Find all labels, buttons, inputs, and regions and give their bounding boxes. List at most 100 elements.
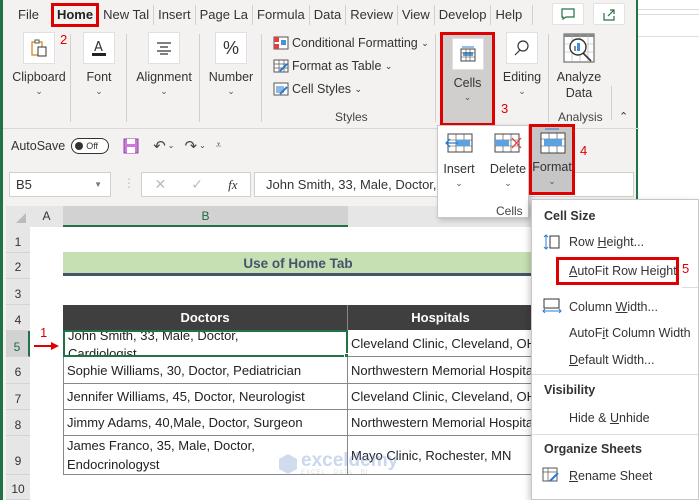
row-header[interactable]: 4 xyxy=(6,305,30,331)
tab-file[interactable]: File xyxy=(3,5,53,25)
drag-handle-icon[interactable]: ⋮ xyxy=(123,176,135,190)
enter-icon[interactable]: ✓ xyxy=(191,176,203,193)
red-arrow-icon xyxy=(34,342,59,350)
menu-heading-cell-size: Cell Size xyxy=(544,209,596,223)
collapse-ribbon-icon[interactable]: ⌃ xyxy=(619,110,628,123)
chevron-down-icon[interactable]: ⌄ xyxy=(168,141,175,150)
row-header[interactable]: 10 xyxy=(6,475,30,500)
comments-button[interactable] xyxy=(552,3,584,25)
number-button[interactable]: % Number ⌄ xyxy=(204,32,258,97)
insert-cells-icon xyxy=(445,133,473,153)
cell-styles-button[interactable]: Cell Styles ⌄ xyxy=(273,82,362,96)
conditional-formatting-button[interactable]: Conditional Formatting ⌄ xyxy=(273,36,429,50)
tab-view[interactable]: View xyxy=(398,5,435,25)
menu-item-rename-sheet[interactable]: Rename Sheet xyxy=(532,465,699,487)
editing-button[interactable]: Editing ⌄ xyxy=(500,32,544,97)
tab-help[interactable]: Help xyxy=(491,5,534,25)
annotation-step-4: 4 xyxy=(580,143,588,158)
format-dropdown-menu: Cell Size Row Height... AutoFit Row Heig… xyxy=(531,199,699,500)
search-icon xyxy=(506,32,538,64)
undo-icon[interactable]: ↶ xyxy=(153,137,166,155)
row-header-selected[interactable]: 5 xyxy=(6,331,30,357)
column-header-a[interactable]: A xyxy=(30,206,63,227)
chevron-down-icon: ⌄ xyxy=(463,92,472,102)
percent-icon: % xyxy=(215,32,247,64)
table-cell[interactable]: Jennifer Williams, 45, Doctor, Neurologi… xyxy=(63,384,348,410)
font-label: Font xyxy=(86,70,112,84)
menu-heading-organize-sheets: Organize Sheets xyxy=(544,442,642,456)
tab-insert[interactable]: Insert xyxy=(154,5,196,25)
row-header[interactable]: 9 xyxy=(6,436,30,475)
delete-cells-button[interactable]: Delete ⌄ xyxy=(488,132,528,189)
row-header[interactable]: 3 xyxy=(6,279,30,305)
rename-sheet-icon xyxy=(542,467,559,482)
table-cell[interactable]: Northwestern Memorial Hospital xyxy=(348,410,533,436)
clipboard-icon xyxy=(23,32,55,64)
font-button[interactable]: A Font ⌄ xyxy=(75,32,123,97)
table-cell-selected[interactable]: John Smith, 33, Male, Doctor, Cardiologis… xyxy=(63,330,348,357)
select-all-corner[interactable] xyxy=(6,206,30,227)
align-center-icon xyxy=(148,32,180,64)
table-cell[interactable]: Cleveland Clinic, Cleveland, OH xyxy=(348,330,533,357)
tab-new-tab[interactable]: New Tal xyxy=(99,5,155,25)
tab-review[interactable]: Review xyxy=(346,5,398,25)
alignment-label: Alignment xyxy=(136,70,192,84)
insert-function-icon[interactable]: fx xyxy=(228,177,237,193)
tab-home[interactable]: Home xyxy=(50,3,100,27)
format-as-table-button[interactable]: Format as Table ⌄ xyxy=(273,59,392,73)
table-header-hospitals[interactable]: Hospitals xyxy=(348,305,533,330)
chevron-down-icon: ⌄ xyxy=(227,86,235,96)
chevron-down-icon: ⌄ xyxy=(35,86,43,96)
row-header[interactable]: 8 xyxy=(6,410,30,436)
row-header[interactable]: 7 xyxy=(6,384,30,410)
table-cell[interactable]: Sophie Williams, 30, Doctor, Pediatricia… xyxy=(63,357,348,384)
name-box[interactable]: B5 ▼ xyxy=(9,172,111,197)
column-width-icon xyxy=(542,298,562,313)
tab-developer[interactable]: Develop xyxy=(435,5,492,25)
tab-page-layout[interactable]: Page La xyxy=(196,5,254,25)
autosave-label: AutoSave xyxy=(11,138,66,153)
tab-formulas[interactable]: Formula xyxy=(253,5,310,25)
annotation-step-5: 5 xyxy=(682,261,690,276)
table-cell[interactable]: Jimmy Adams, 40,Male, Doctor, Surgeon xyxy=(63,410,348,436)
customize-qat-icon[interactable]: ⩡ xyxy=(216,140,222,151)
row-header[interactable]: 1 xyxy=(6,227,30,253)
table-header-doctors[interactable]: Doctors xyxy=(63,305,348,330)
menu-item-autofit-row-height[interactable]: AutoFit Row Height xyxy=(556,257,679,285)
share-button[interactable] xyxy=(593,3,625,25)
table-cell[interactable]: Cleveland Clinic, Cleveland, OH xyxy=(348,384,533,410)
share-icon xyxy=(603,9,615,21)
autosave-toggle[interactable]: Off xyxy=(71,137,110,154)
cells-icon xyxy=(451,38,484,70)
font-color-icon: A xyxy=(83,32,115,64)
row-header[interactable]: 2 xyxy=(6,253,30,279)
menu-item-default-width[interactable]: Default Width... xyxy=(532,350,699,372)
chevron-down-icon: ⌄ xyxy=(160,86,168,96)
chevron-down-icon: ⌄ xyxy=(95,86,103,96)
ribbon-tabs: File Home New Tal Insert Page La Formula… xyxy=(3,0,639,30)
save-icon[interactable] xyxy=(123,138,139,154)
formula-controls: ✕ ✓ fx xyxy=(141,172,251,197)
analyze-data-label: Analyze Data xyxy=(556,70,602,100)
analyze-data-button[interactable]: Analyze Data xyxy=(554,32,604,101)
chevron-down-icon[interactable]: ⌄ xyxy=(199,141,206,150)
comment-icon xyxy=(561,8,575,20)
chevron-down-icon: ⌄ xyxy=(518,86,526,96)
column-header-b[interactable]: B xyxy=(63,206,348,227)
table-cell[interactable]: Northwestern Memorial Hospital xyxy=(348,357,533,384)
cancel-icon[interactable]: ✕ xyxy=(155,176,167,193)
menu-item-autofit-column-width[interactable]: AutoFit Column Width xyxy=(532,322,699,344)
ribbon: Clipboard ⌄ 2 A Font ⌄ Alignment ⌄ % Num… xyxy=(3,30,639,126)
row-header[interactable]: 6 xyxy=(6,357,30,384)
format-cells-button[interactable]: Format ⌄ xyxy=(529,124,575,195)
redo-icon[interactable]: ↷ xyxy=(185,137,198,155)
menu-item-hide-unhide[interactable]: Hide & Unhide xyxy=(532,407,699,429)
menu-heading-visibility: Visibility xyxy=(544,383,596,397)
insert-cells-button[interactable]: Insert ⌄ xyxy=(443,132,475,189)
svg-text:A: A xyxy=(94,40,103,55)
alignment-button[interactable]: Alignment ⌄ xyxy=(131,32,197,97)
menu-item-column-width[interactable]: Column Width... xyxy=(532,295,699,317)
menu-item-row-height[interactable]: Row Height... xyxy=(532,232,699,252)
tab-data[interactable]: Data xyxy=(310,5,347,25)
cells-button[interactable]: Cells ⌄ xyxy=(440,32,495,126)
